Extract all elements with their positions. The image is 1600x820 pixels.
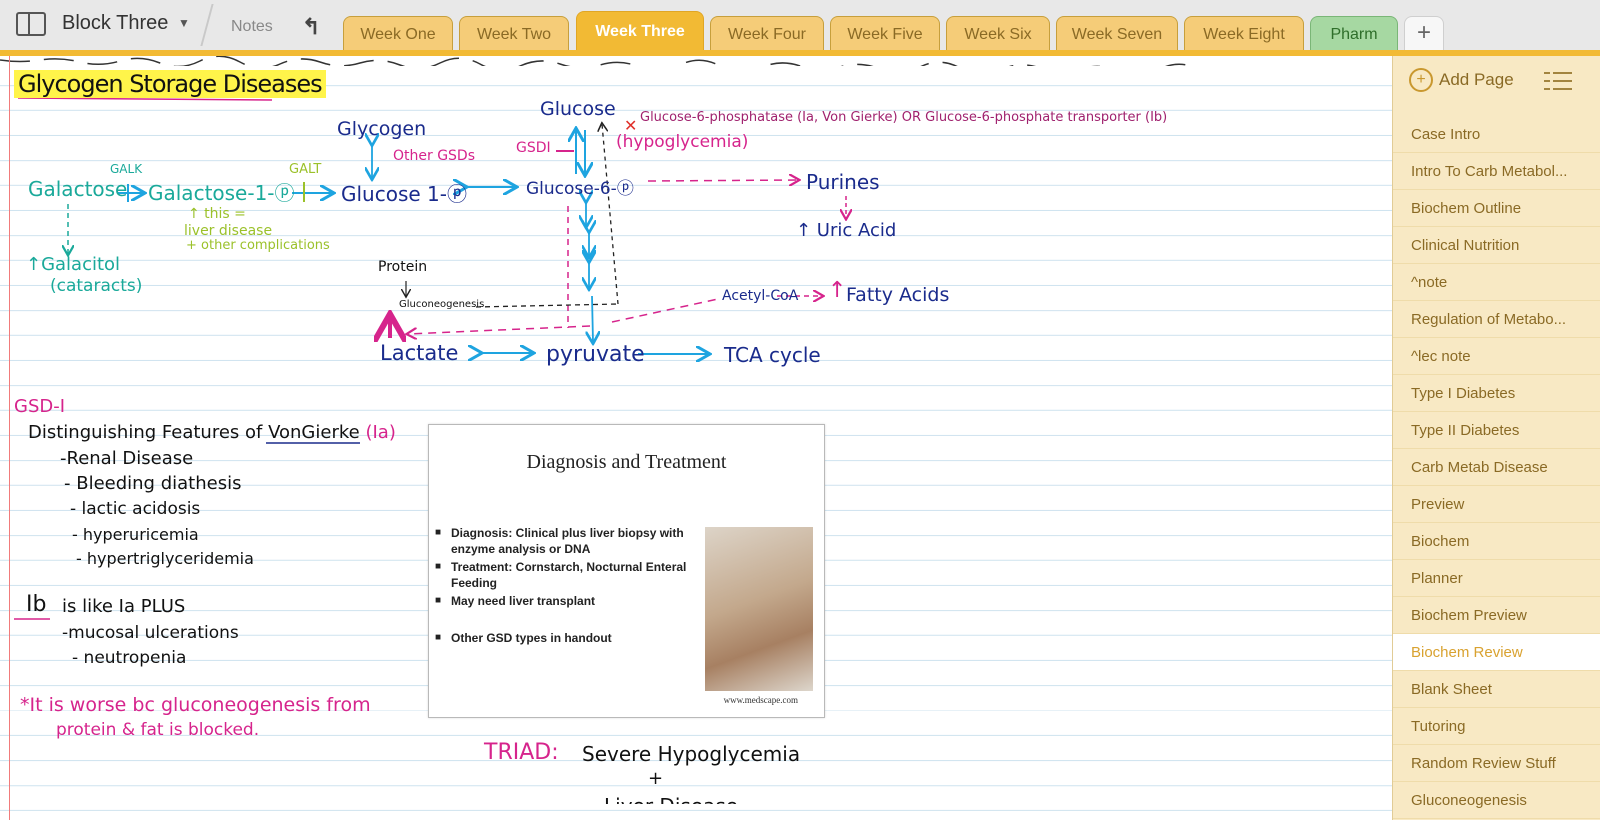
pyruvate-label: pyruvate [546, 342, 645, 367]
tab-week-two[interactable]: Week Two [459, 16, 569, 50]
ib-item: -mucosal ulcerations [62, 623, 239, 643]
uric-acid-label: ↑ Uric Acid [796, 220, 896, 241]
cataracts-label: (cataracts) [50, 276, 142, 296]
page-list-item[interactable]: ^note [1393, 264, 1600, 301]
gsdi-label: GSDI [516, 140, 551, 156]
patient-photo [705, 527, 813, 691]
slide-title: Diagnosis and Treatment [429, 451, 824, 474]
section-name[interactable]: Notes [231, 18, 273, 36]
galactitol-label: ↑Galacitol [26, 254, 120, 275]
triad-plus: + [648, 768, 663, 789]
other-gsds-label: Other GSDs [393, 148, 475, 164]
page-list-item[interactable]: Intro To Carb Metabol... [1393, 153, 1600, 190]
note-page[interactable]: Glycogen Storage Diseases Glycogen Other… [0, 56, 1392, 820]
page-list-item[interactable]: Preview [1393, 486, 1600, 523]
feature-item: - lactic acidosis [70, 499, 200, 519]
star-note: protein & fat is blocked. [56, 720, 259, 740]
page-list-item[interactable]: Regulation of Metabo... [1393, 301, 1600, 338]
notebook-icon[interactable] [16, 12, 46, 36]
breadcrumb-divider [200, 4, 213, 46]
feature-item: - Bleeding diathesis [64, 473, 241, 494]
page-list-item[interactable]: Blank Sheet [1393, 671, 1600, 708]
triad-label: TRIAD: [484, 740, 559, 765]
feature-item: - hyperuricemia [72, 525, 199, 544]
page-list-item[interactable]: Clinical Nutrition [1393, 227, 1600, 264]
tab-pharm[interactable]: Pharm [1310, 16, 1398, 50]
page-list-item[interactable]: Carb Metab Disease [1393, 449, 1600, 486]
add-page-button[interactable]: + Add Page [1409, 68, 1514, 96]
page-list-item[interactable]: Type II Diabetes [1393, 412, 1600, 449]
plus-circle-icon: + [1409, 68, 1433, 92]
features-title: Distinguishing Features of VonGierke (Ia… [28, 422, 396, 443]
von-gierke-label: VonGierke [268, 422, 360, 443]
slide-bullet: May need liver transplant [451, 593, 691, 609]
tca-cycle-label: TCA cycle [724, 343, 821, 367]
glucose-6p-label: Glucose-6-ⓟ [526, 174, 634, 199]
feature-item: - hypertriglyceridemia [76, 549, 254, 568]
page-list-item[interactable]: Biochem Preview [1393, 597, 1600, 634]
up-arrow-icon: ↑ [828, 278, 846, 303]
page-list-item[interactable]: Planner [1393, 560, 1600, 597]
hypoglycemia-label: (hypoglycemia) [616, 132, 748, 152]
page-title: Glycogen Storage Diseases [14, 70, 326, 98]
page-list-item[interactable]: Tutoring [1393, 708, 1600, 745]
triad-item-cut: Liver Disease [604, 794, 738, 804]
page-list-item[interactable]: Random Review Stuff [1393, 745, 1600, 782]
ib-description: is like Ia PLUS [62, 596, 185, 617]
acetyl-coa-label: Acetyl-CoA [722, 288, 798, 304]
liver-disease-label: liver disease [184, 223, 272, 239]
fatty-acids-label: Fatty Acids [846, 284, 949, 306]
page-list-item[interactable]: Type I Diabetes [1393, 375, 1600, 412]
embedded-slide-image[interactable]: Diagnosis and Treatment Diagnosis: Clini… [428, 424, 825, 718]
feature-item: -Renal Disease [60, 448, 193, 469]
page-list-item[interactable]: Biochem Review [1393, 634, 1600, 671]
title-bar: Block Three ▼ Notes ↰ Week One Week Two … [0, 0, 1600, 51]
ib-heading: Ib [26, 592, 46, 617]
this-equals-label: ↑ this = [188, 206, 246, 222]
back-arrow-icon[interactable]: ↰ [302, 14, 320, 40]
slide-credit: www.medscape.com [724, 695, 798, 705]
tab-week-seven[interactable]: Week Seven [1056, 16, 1178, 50]
other-complications-label: + other complications [186, 238, 330, 253]
tab-week-eight[interactable]: Week Eight [1184, 16, 1304, 50]
add-page-label: Add Page [1439, 70, 1514, 89]
page-list-item[interactable]: Biochem Outline [1393, 190, 1600, 227]
page-list-item[interactable]: Biochem [1393, 523, 1600, 560]
galactose-1p-label: Galactose-1-ⓟ [148, 177, 295, 206]
chevron-down-icon[interactable]: ▼ [178, 16, 190, 30]
page-list-menu-icon[interactable] [1544, 70, 1572, 92]
features-title-text: Distinguishing Features of [28, 422, 262, 443]
gsd1-heading: GSD-I [14, 396, 65, 417]
enzyme-note: Glucose-6-phosphatase (Ia, Von Gierke) O… [640, 110, 1167, 125]
galactose-label: Galactose [28, 177, 127, 201]
slide-bullet: Treatment: Cornstarch, Nocturnal Enteral… [451, 559, 691, 591]
galk-label: GALK [110, 162, 142, 176]
tab-week-one[interactable]: Week One [343, 16, 453, 50]
lactate-label: Lactate [380, 341, 458, 365]
slide-bullet: Other GSD types in handout [451, 630, 691, 646]
galt-label: GALT [289, 162, 321, 177]
page-list-item[interactable]: ^lec note [1393, 338, 1600, 375]
page-list-item[interactable]: Case Intro [1393, 116, 1600, 153]
glucose-label: Glucose [540, 98, 616, 120]
triad-item: Severe Hypoglycemia [582, 742, 800, 766]
star-note: *It is worse bc gluconeogenesis from [20, 694, 371, 716]
page-list-item[interactable]: Gluconeogenesis [1393, 782, 1600, 819]
tab-week-four[interactable]: Week Four [710, 16, 824, 50]
slide-bullet: Diagnosis: Clinical plus liver biopsy wi… [451, 525, 691, 557]
glucose-1p-label: Glucose 1-ⓟ [341, 178, 467, 207]
add-tab-button[interactable]: + [1404, 16, 1444, 50]
protein-label: Protein [378, 259, 427, 275]
glycogen-label: Glycogen [337, 118, 426, 140]
purines-label: Purines [806, 170, 880, 194]
gluconeogenesis-label: Gluconeogenesis [399, 299, 484, 310]
tab-week-five[interactable]: Week Five [830, 16, 940, 50]
features-suffix: (Ia) [365, 422, 395, 443]
tab-week-three[interactable]: Week Three [576, 11, 704, 51]
notebook-name[interactable]: Block Three [62, 12, 168, 35]
ib-item: - neutropenia [72, 648, 186, 668]
tab-week-six[interactable]: Week Six [946, 16, 1050, 50]
page-sidebar: + Add Page Case IntroIntro To Carb Metabo… [1392, 56, 1600, 820]
